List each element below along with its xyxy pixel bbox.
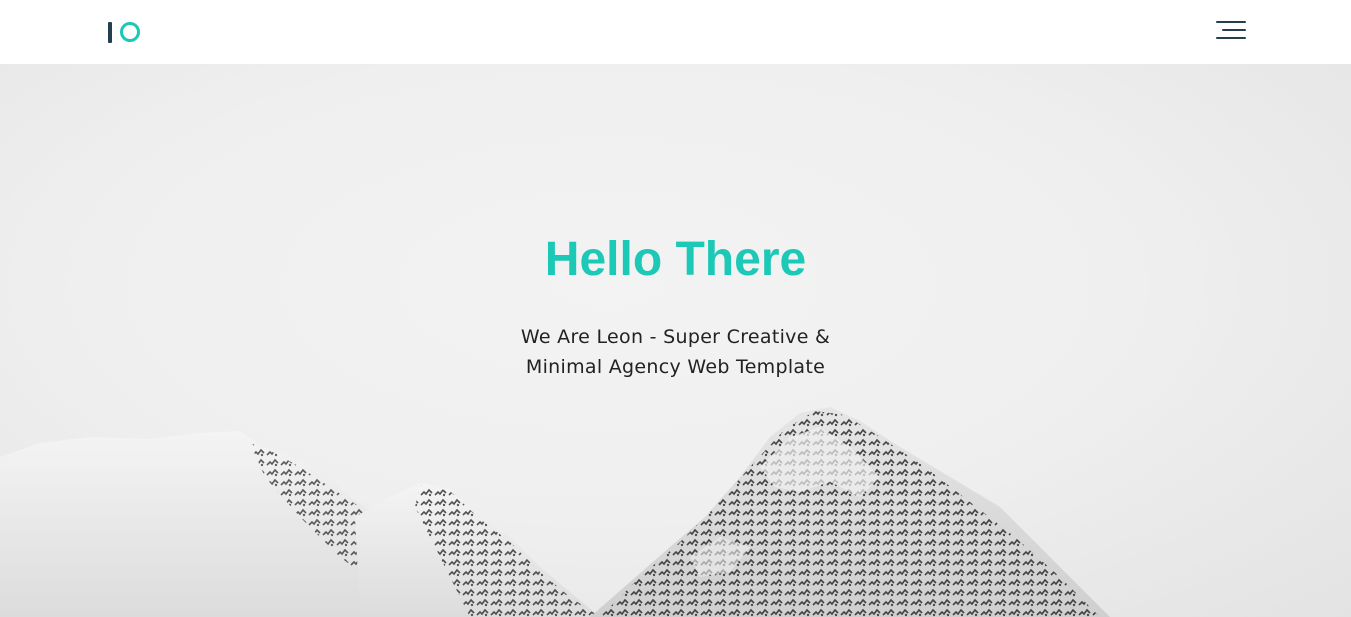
hero-subtitle-line-1: We Are Leon - Super Creative & <box>520 326 831 348</box>
menu-line-middle <box>1222 29 1246 31</box>
hamburger-menu-icon[interactable] <box>1212 18 1250 44</box>
menu-line-bottom <box>1216 37 1246 39</box>
site-logo[interactable] <box>108 20 140 44</box>
hero-subtitle: We Are Leon - Super Creative & Minimal A… <box>0 322 1351 382</box>
hero-title: Hello There <box>544 233 807 286</box>
menu-line-top <box>1216 21 1246 23</box>
site-header <box>0 0 1351 64</box>
hero-section: Hello There We Are Leon - Super Creative… <box>0 64 1351 617</box>
mountain-background-image <box>0 407 1110 617</box>
hero-subtitle-line-2: Minimal Agency Web Template <box>525 356 826 378</box>
logo-bar-mark <box>108 21 112 43</box>
logo-ring-mark <box>120 22 140 42</box>
